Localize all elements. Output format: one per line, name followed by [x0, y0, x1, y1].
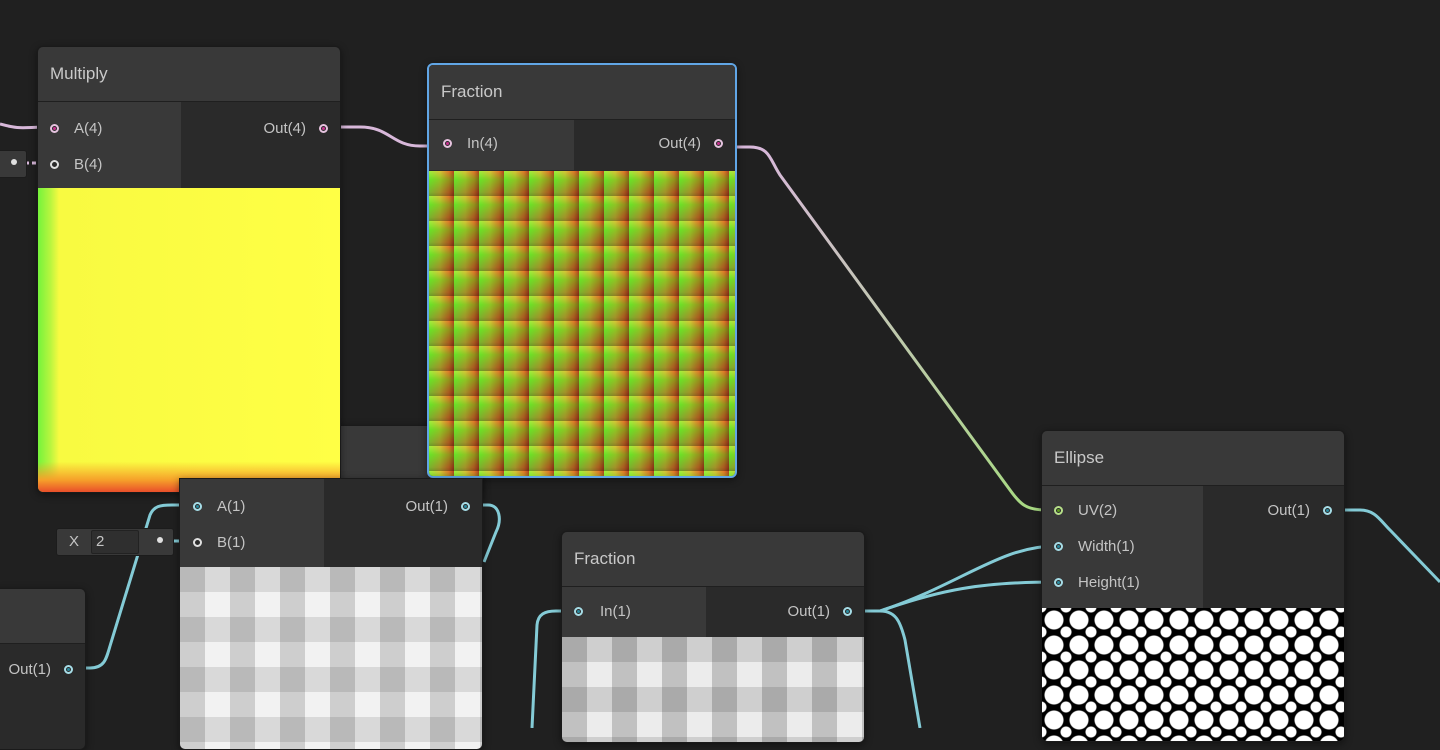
- wire-fraction-to-ellipse-uv[interactable]: [718, 145, 1056, 512]
- input-port-a[interactable]: A(1): [193, 497, 245, 517]
- port-label: Out(1): [1267, 502, 1310, 519]
- port-dot: [193, 502, 202, 511]
- port-label: Out(4): [263, 120, 306, 137]
- port-dot: [50, 124, 59, 133]
- field-axis-label: X: [69, 533, 80, 550]
- preview-noise: [180, 567, 482, 749]
- port-label: Height(1): [1078, 574, 1140, 591]
- wire-fraction-to-ellipse-width[interactable]: [850, 544, 1057, 613]
- port-dot: [50, 160, 59, 169]
- port-label: Out(1): [8, 661, 51, 678]
- multiply-node-lower[interactable]: A(1) B(1) Out(1): [179, 478, 483, 750]
- port-label: Out(1): [405, 498, 448, 515]
- preview-yellow-gradient: [38, 188, 340, 492]
- output-port[interactable]: Out(1): [787, 602, 852, 622]
- output-port[interactable]: Out(1): [8, 660, 73, 680]
- port-label: A(4): [74, 120, 103, 137]
- port-label: A(1): [217, 498, 246, 515]
- port-dot: [843, 607, 852, 616]
- input-port-b[interactable]: B(4): [50, 155, 102, 175]
- port-dot: [11, 159, 17, 165]
- node-title: Ellipse: [1042, 431, 1344, 486]
- output-port[interactable]: Out(4): [263, 119, 328, 139]
- port-label: In(4): [467, 135, 498, 152]
- port-label: Out(4): [658, 135, 701, 152]
- input-port-uv[interactable]: UV(2): [1054, 501, 1117, 521]
- port-label: In(1): [600, 603, 631, 620]
- port-dot: [319, 124, 328, 133]
- port-dot: [461, 502, 470, 511]
- input-port-width[interactable]: Width(1): [1054, 537, 1135, 557]
- inline-value-field[interactable]: X 2: [56, 528, 174, 556]
- input-port-in[interactable]: In(1): [574, 602, 631, 622]
- port-dot: [1323, 506, 1332, 515]
- wire-fraction-to-ellipse-height[interactable]: [850, 580, 1057, 613]
- port-dot: [1054, 578, 1063, 587]
- port-label: Out(1): [787, 603, 830, 620]
- port-label: Width(1): [1078, 538, 1135, 555]
- node-title: Fraction: [562, 532, 864, 587]
- port-dot: [1054, 506, 1063, 515]
- fraction-node[interactable]: Fraction In(1) Out(1): [561, 531, 865, 743]
- preview-ellipse-dots: [1042, 608, 1344, 741]
- inline-value-stub[interactable]: [0, 150, 27, 178]
- port-dot: [193, 538, 202, 547]
- output-port[interactable]: Out(1): [1267, 501, 1332, 521]
- preview-noise: [562, 637, 864, 742]
- port-label: UV(2): [1078, 502, 1118, 519]
- output-port[interactable]: Out(1): [405, 497, 470, 517]
- port-dot: [574, 607, 583, 616]
- preview-fraction-grid: [429, 171, 735, 476]
- port-dot: [64, 665, 73, 674]
- port-dot: [714, 139, 723, 148]
- left-partial-node[interactable]: Out(1): [0, 588, 86, 750]
- wire-ellipse-out[interactable]: [1330, 508, 1440, 584]
- port-dot: [157, 537, 163, 543]
- multiply-node[interactable]: Multiply A(4) B(4) Out(4): [37, 46, 341, 493]
- port-label: B(4): [74, 156, 103, 173]
- input-port-in[interactable]: In(4): [443, 134, 498, 154]
- input-port-b[interactable]: B(1): [193, 533, 245, 553]
- fraction-node-selected[interactable]: Fraction In(4) Out(4): [427, 63, 737, 478]
- port-dot: [1054, 542, 1063, 551]
- node-title: Multiply: [38, 47, 340, 102]
- port-label: B(1): [217, 534, 246, 551]
- ellipse-node[interactable]: Ellipse UV(2) Width(1) Height(1) Out(1): [1041, 430, 1345, 742]
- wire-fraction-down[interactable]: [879, 609, 922, 728]
- node-title: Fraction: [429, 65, 735, 120]
- field-value-input[interactable]: 2: [91, 530, 139, 554]
- port-dot: [443, 139, 452, 148]
- input-port-height[interactable]: Height(1): [1054, 573, 1140, 593]
- output-port[interactable]: Out(4): [658, 134, 723, 154]
- input-port-a[interactable]: A(4): [50, 119, 102, 139]
